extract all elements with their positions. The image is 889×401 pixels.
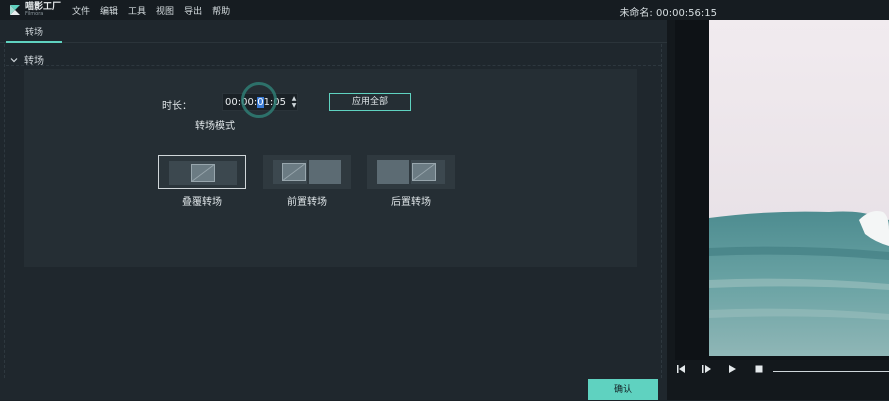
pane-border-right xyxy=(661,44,662,378)
app-logo: 喵影工厂 Filmora xyxy=(8,3,61,17)
clip-b-block xyxy=(309,160,341,184)
mode-suffix-option[interactable] xyxy=(367,155,455,189)
stepper-down-icon[interactable]: ▼ xyxy=(290,102,298,109)
logo-subtext: Filmora xyxy=(25,11,44,17)
menu-bar: 喵影工厂 Filmora 文件 编辑 工具 视图 导出 帮助 未命名: 00:0… xyxy=(0,0,889,21)
preview-pane xyxy=(667,20,889,400)
playback-progress-track[interactable] xyxy=(773,371,889,372)
project-title: 未命名: 00:00:56:15 xyxy=(619,8,717,19)
stop-icon[interactable] xyxy=(753,363,765,375)
menu-file[interactable]: 文件 xyxy=(72,4,90,17)
transition-mode-label: 转场模式 xyxy=(195,121,235,132)
apply-all-button[interactable]: 应用全部 xyxy=(329,93,411,111)
preview-video-frame xyxy=(709,20,889,356)
click-focus-indicator xyxy=(241,82,277,118)
clip-a-block xyxy=(377,160,409,184)
player-controls xyxy=(667,363,889,383)
menu-view[interactable]: 视图 xyxy=(156,4,174,17)
step-frame-icon[interactable] xyxy=(700,363,712,375)
section-header-transition[interactable]: 转场 xyxy=(10,52,44,67)
confirm-button[interactable]: 确认 xyxy=(588,379,658,400)
tab-transition[interactable]: 转场 xyxy=(6,25,62,43)
mode-overlay-label: 叠覆转场 xyxy=(182,197,222,208)
mode-prefix-label: 前置转场 xyxy=(287,197,327,208)
menu-export[interactable]: 导出 xyxy=(184,4,202,17)
mode-overlay-option[interactable] xyxy=(158,155,246,189)
play-icon[interactable] xyxy=(726,363,738,375)
transition-prefix-icon xyxy=(282,163,306,181)
menu-edit[interactable]: 编辑 xyxy=(100,4,118,17)
menu-help[interactable]: 帮助 xyxy=(212,4,230,17)
main-menu: 文件 编辑 工具 视图 导出 帮助 xyxy=(72,4,230,17)
chevron-down-icon xyxy=(10,57,18,62)
transition-suffix-icon xyxy=(412,163,436,181)
transition-overlay-icon xyxy=(191,164,215,182)
duration-stepper[interactable]: ▲ ▼ xyxy=(290,95,298,111)
transition-settings-pane: 转场 转场 确认 xyxy=(0,20,667,400)
section-title: 转场 xyxy=(24,56,44,67)
menu-tools[interactable]: 工具 xyxy=(128,4,146,17)
tab-bar: 转场 xyxy=(0,20,667,43)
stepper-up-icon[interactable]: ▲ xyxy=(290,95,298,102)
rewind-icon[interactable] xyxy=(675,363,687,375)
mode-prefix-option[interactable] xyxy=(263,155,351,189)
mode-suffix-label: 后置转场 xyxy=(391,197,431,208)
section-divider xyxy=(6,65,661,66)
wave-scene-image xyxy=(709,20,889,356)
filmora-logo-icon xyxy=(10,5,20,15)
duration-label: 时长： xyxy=(162,101,192,112)
pane-border-left xyxy=(4,44,5,378)
